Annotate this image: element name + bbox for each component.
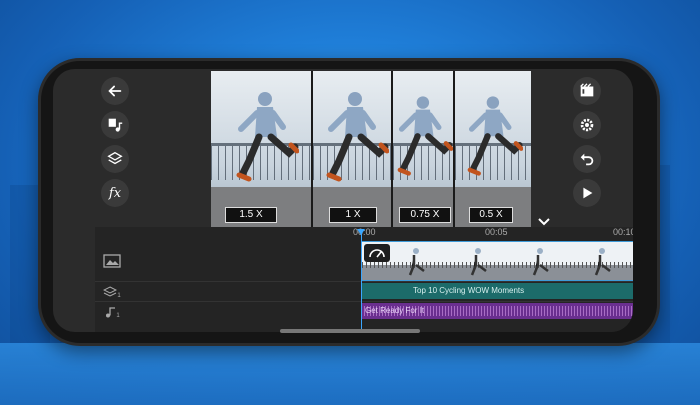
video-track-icon <box>95 241 129 281</box>
speed-label: 1 X <box>329 207 377 223</box>
background-floor <box>0 343 700 405</box>
speed-label: 0.5 X <box>469 207 513 223</box>
playhead[interactable] <box>357 229 365 329</box>
track-badge: 1 <box>116 313 120 319</box>
settings-gear-icon <box>580 118 594 132</box>
speed-label: 0.75 X <box>399 207 451 223</box>
editor-screen: fx 1.5 X 1 X 0.75 X 0.5 X 00:00 00:05 00… <box>53 69 633 332</box>
undo-icon <box>580 153 594 166</box>
layers-button[interactable] <box>101 145 129 173</box>
layers-icon <box>107 151 123 165</box>
speed-panel: 0.75 X <box>393 71 455 227</box>
media-button[interactable] <box>101 111 129 139</box>
chevron-down-icon <box>538 218 550 226</box>
runner-image <box>467 96 523 176</box>
timecode: 00:10 <box>613 227 633 237</box>
clip-thumbnails <box>408 248 611 276</box>
back-button[interactable] <box>101 77 129 105</box>
fx-icon: fx <box>108 185 122 201</box>
layers-icon <box>103 286 118 297</box>
timeline[interactable]: 00:00 00:05 00:10 1 1 <box>95 227 633 332</box>
speed-panel: 1 X <box>313 71 393 227</box>
export-film-icon <box>580 83 594 97</box>
track-badge: 1 <box>117 293 121 299</box>
speed-adjust-button[interactable] <box>364 244 390 262</box>
runner-image <box>326 92 389 182</box>
video-preview[interactable]: 1.5 X 1 X 0.75 X 0.5 X <box>211 71 531 227</box>
layer-track-icon: 1 <box>95 284 129 300</box>
image-icon <box>103 254 121 268</box>
timecode: 00:05 <box>485 227 508 237</box>
left-toolbar: fx <box>101 77 129 207</box>
play-button[interactable] <box>573 179 601 207</box>
home-indicator[interactable] <box>280 329 420 333</box>
speedometer-icon <box>369 249 385 258</box>
text-clip[interactable]: Top 10 Cycling WOW Moments <box>361 283 633 299</box>
runner-image <box>397 96 453 176</box>
speed-panel: 0.5 X <box>455 71 531 227</box>
runner-image <box>236 92 299 182</box>
settings-button[interactable] <box>573 111 601 139</box>
play-icon <box>583 187 593 199</box>
media-music-icon <box>108 118 123 132</box>
speed-label: 1.5 X <box>225 207 277 223</box>
audio-clip-title: Get Ready For It <box>365 306 425 315</box>
video-clip[interactable] <box>361 241 633 281</box>
audio-track-icon: 1 <box>95 304 129 320</box>
music-note-icon <box>106 307 116 318</box>
audio-clip[interactable]: Get Ready For It <box>361 303 633 319</box>
right-toolbar <box>573 77 601 207</box>
export-button[interactable] <box>573 77 601 105</box>
speed-panel: 1.5 X <box>211 71 313 227</box>
fx-button[interactable]: fx <box>101 179 129 207</box>
back-arrow-icon <box>108 85 122 97</box>
undo-button[interactable] <box>573 145 601 173</box>
